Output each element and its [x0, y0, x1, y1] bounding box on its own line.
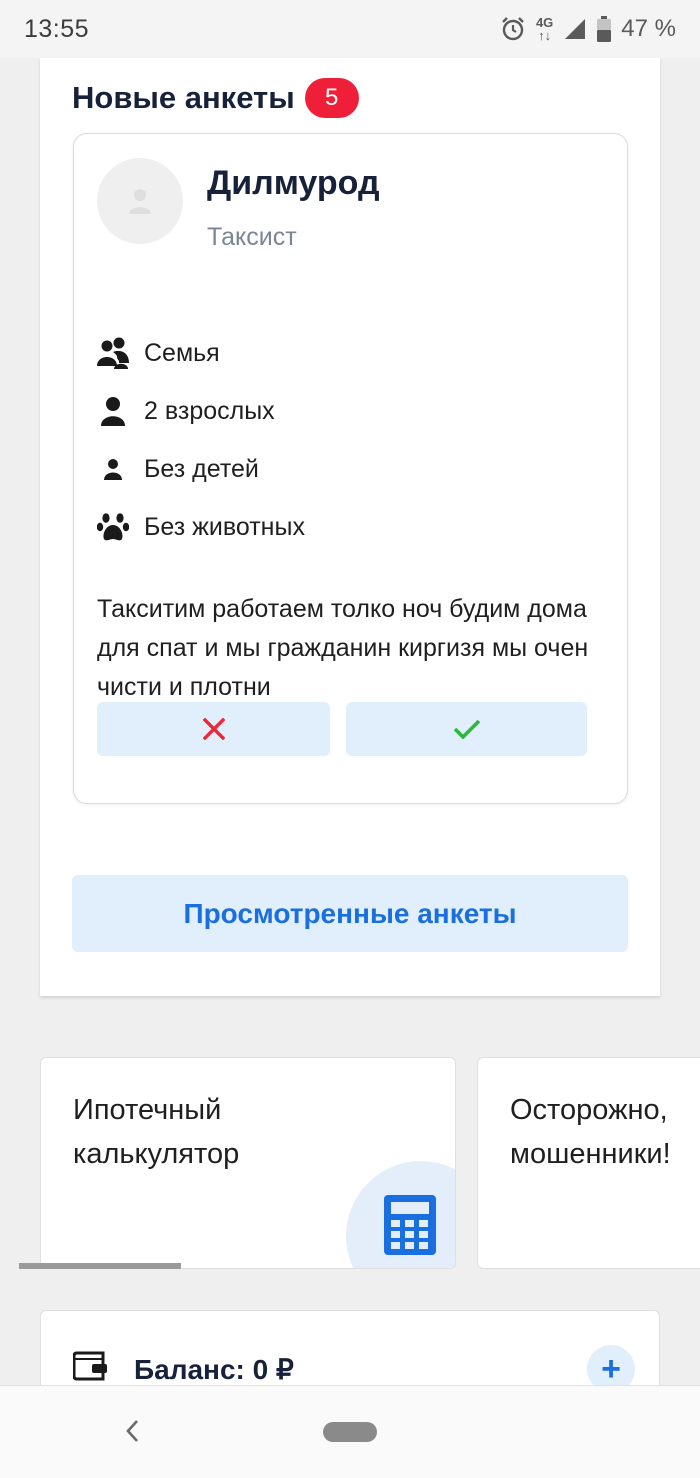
network-indicator: 4G ↑↓	[536, 16, 553, 42]
viewed-applications-button[interactable]: Просмотренные анкеты	[72, 875, 628, 952]
battery-icon	[597, 16, 612, 42]
section-header: Новые анкеты 5	[72, 78, 359, 118]
balance-label: Баланс: 0 ₽	[134, 1354, 294, 1385]
alarm-icon	[502, 17, 524, 41]
signal-icon	[565, 19, 586, 39]
fact-label: Без детей	[144, 454, 259, 483]
wallet-icon	[73, 1351, 107, 1381]
status-icons: 4G ↑↓ 47 %	[500, 15, 676, 43]
fact-pets: Без животных	[96, 498, 305, 556]
check-icon	[453, 719, 480, 739]
applicant-name: Дилмурод	[207, 164, 380, 202]
fact-label: Без животных	[144, 512, 305, 541]
avatar	[97, 158, 183, 244]
plus-icon: +	[601, 1349, 621, 1388]
feature-title-line: Осторожно,	[510, 1094, 668, 1126]
fact-label: 2 взрослых	[144, 396, 275, 425]
back-icon[interactable]	[122, 1416, 142, 1446]
status-bar: 13:55 4G ↑↓ 47 %	[0, 0, 700, 58]
close-icon	[202, 718, 225, 740]
home-pill-icon[interactable]	[323, 1422, 377, 1442]
section-title: Новые анкеты	[72, 80, 295, 115]
applicant-about: Такситим работаем толко ноч будим дома д…	[97, 595, 589, 701]
reject-button[interactable]	[97, 702, 330, 756]
data-arrows-icon: ↑↓	[538, 28, 552, 43]
battery-percent: 47 %	[621, 15, 676, 42]
user-placeholder-icon	[129, 189, 151, 214]
paw-icon	[96, 510, 130, 544]
new-applications-section: Новые анкеты 5 Дилмурод Таксист Семья 2 …	[40, 58, 660, 996]
fraud-warning-card[interactable]: Осторожно, мошенники!	[477, 1057, 700, 1269]
calculator-icon	[384, 1195, 436, 1255]
fact-children: Без детей	[96, 440, 305, 498]
fact-label: Семья	[144, 338, 220, 367]
fact-adults: 2 взрослых	[96, 382, 305, 440]
applicant-facts: Семья 2 взрослых Без детей Без животных	[96, 324, 305, 556]
feature-title-line: Ипотечный	[73, 1094, 222, 1126]
feature-title: Ипотечный калькулятор	[73, 1088, 239, 1176]
child-icon	[96, 452, 130, 486]
balance-card: Баланс: 0 ₽ +	[40, 1310, 660, 1393]
feature-title-line: мошенники!	[510, 1138, 671, 1170]
fact-family: Семья	[96, 324, 305, 382]
feature-title-line: калькулятор	[73, 1138, 240, 1170]
mortgage-calculator-card[interactable]: Ипотечный калькулятор	[40, 1057, 456, 1269]
new-count-badge: 5	[304, 78, 359, 118]
family-icon	[96, 336, 130, 370]
feature-title: Осторожно, мошенники!	[510, 1088, 671, 1176]
adult-icon	[96, 394, 130, 428]
applicant-card[interactable]: Дилмурод Таксист Семья 2 взрослых Без де…	[73, 133, 628, 804]
accept-button[interactable]	[346, 702, 587, 756]
applicant-occupation: Таксист	[207, 223, 297, 251]
status-time: 13:55	[24, 14, 90, 43]
navigation-bar	[0, 1385, 700, 1478]
horizontal-scrollbar[interactable]	[19, 1263, 181, 1269]
